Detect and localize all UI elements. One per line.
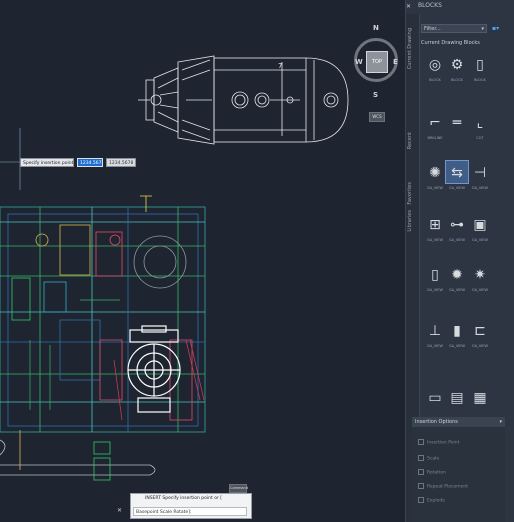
block-item[interactable]: ⌐ BRKLINE [423,110,447,140]
shaft-block-icon: ⊶ [450,217,464,233]
option-rotation[interactable]: Rotation [418,469,446,476]
insertion-options-panel: Insertion Options ▾ Insertion Point Scal… [412,417,505,522]
valve-block-icon: ⇆ [445,160,469,184]
svg-text:7: 7 [278,62,282,70]
dynamic-input-x-field[interactable]: 1234.5678 [77,158,103,167]
section-title: Current Drawing Blocks [421,40,480,46]
equipment-assembly [0,195,206,481]
selected-block [127,325,181,413]
drawing-canvas[interactable]: 7 TOP N S E W WCS Specify insertion poin… [0,0,405,522]
compass-north[interactable]: N [373,24,379,32]
breakline-icon: ⌐ [429,115,441,131]
rect-block-icon: ▭ [428,390,442,406]
block-label: CUT [476,136,484,140]
tab-recent[interactable]: Recent [407,132,413,149]
frame-block-icon: ▣ [473,217,487,233]
panel-block-icon: ▮ [453,323,461,339]
dynamic-input-y-field[interactable]: 1234.5678 [106,158,136,167]
block-item[interactable]: ▤ [445,385,469,415]
option-insertion-point[interactable]: Insertion Point [418,439,459,446]
block-item[interactable]: ▦ [468,385,492,415]
tab-current-drawing[interactable]: Current Drawing [407,28,413,69]
close-icon[interactable]: ✕ [117,507,122,514]
vessel-drawing: 7 [138,55,349,145]
compass-south[interactable]: S [373,91,378,99]
viewcube-top-face[interactable]: TOP [366,51,388,73]
chevron-down-icon: ▾ [499,419,502,425]
cad-drawing: 7 [0,55,349,481]
tab-favorites[interactable]: Favorites [407,182,413,205]
box-block-icon: ▦ [473,390,487,406]
bracket-block-icon: ⊏ [474,323,486,339]
block-item[interactable]: ⊏ GA_VIEW [468,318,492,348]
block-label: BLOCK [474,78,486,82]
palette-title: BLOCKS [418,2,442,9]
block-label: GA_VIEW [472,186,488,190]
block-item[interactable]: ▯ BLOCK [468,52,492,82]
option-explode[interactable]: Explode [418,497,445,504]
piping-detail [113,339,205,421]
block-label: GA_VIEW [472,288,488,292]
instrument-block-icon: ⊣ [473,165,487,181]
block-item[interactable]: ✷ GA_VIEW [468,262,492,292]
block-item[interactable]: ▭ [423,385,447,415]
compass-west[interactable]: W [355,58,363,66]
gear-block-icon: ✹ [451,267,463,283]
compass-east[interactable]: E [393,58,398,66]
command-history: INSERT Specify insertion point or [ [145,496,222,501]
option-scale[interactable]: Scale [418,455,439,462]
frame-detail [29,299,120,410]
post-block-icon: ⊥ [428,323,442,339]
filter-dropdown[interactable]: Filter... ▾ [421,24,487,33]
dynamic-input-prompt: Specify insertion point or [20,158,74,167]
block-item[interactable]: ▣ GA_VIEW [468,212,492,242]
insertion-options-title: Insertion Options [415,419,458,425]
tab-libraries[interactable]: Libraries [407,210,413,232]
filter-value: Filter... [424,26,441,32]
command-tooltip: Command [229,484,248,493]
block-label: GA_VIEW [472,344,488,348]
insertion-options-header[interactable]: Insertion Options ▾ [412,417,505,427]
manway-block-icon: ⚙ [450,57,464,73]
grid-block-icon: ▤ [450,390,464,406]
wcs-menu[interactable]: WCS [369,112,385,122]
chevron-down-icon: ▾ [481,26,484,32]
pump-block-icon: ✺ [429,165,441,181]
palette-close-icon[interactable]: ✕ [406,3,413,10]
block-item[interactable]: ⌞ CUT [468,110,492,140]
motor-block-icon: ⊞ [429,217,441,233]
wheel-block-icon: ✷ [474,267,486,283]
flange-block-icon: ◎ [428,57,442,73]
option-repeat-placement[interactable]: Repeat Placement [418,483,468,490]
block-item[interactable]: ⊣ GA_VIEW [468,160,492,190]
nozzle-block-icon: ▯ [476,57,484,73]
view-options-icon[interactable]: ▪▾ [492,24,510,33]
column-block-icon: ▯ [431,267,439,283]
command-input[interactable]: Basepoint Scale Rotate]: [133,507,247,516]
pipe-block-icon: ═ [452,115,462,131]
cut-symbol-icon: ⌞ [476,115,484,131]
block-label: GA_VIEW [472,238,488,242]
command-line: ✕ INSERT Specify insertion point or [ Ba… [117,493,252,519]
